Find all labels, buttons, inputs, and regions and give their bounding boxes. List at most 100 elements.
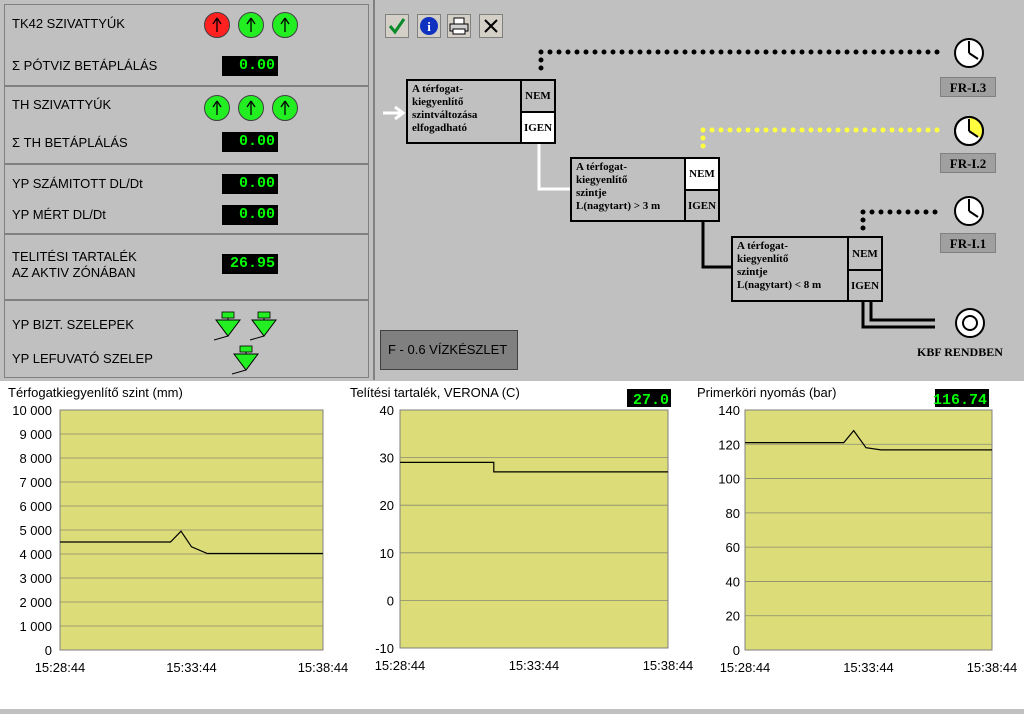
chart-pressure: Primerköri nyomás (bar) 116.74 140 120 100 80… [697, 385, 1017, 675]
telitesi-value: 26.95 [222, 254, 278, 274]
chart-panel: Térfogatkiegyenlítő szint (mm) 10 000 9 00… [0, 381, 1024, 709]
y-tick-label: 4 000 [19, 547, 52, 562]
box3-line: szintje [737, 266, 768, 278]
y-tick-label: 9 000 [19, 427, 52, 442]
yp-szam-value: 0.00 [222, 174, 278, 194]
yp-bizt-label: YP BIZT. SZELEPEK [12, 317, 134, 332]
telitesi-label-line2: AZ AKTIV ZÓNÁBAN [12, 265, 136, 280]
y-tick-label: 20 [380, 498, 394, 513]
tk42-pump-3-icon[interactable] [272, 12, 298, 38]
fr12-label[interactable]: FR-I.2 [940, 153, 996, 173]
x-tick-label: 15:33:44 [509, 658, 560, 673]
y-tick-label: 80 [726, 506, 740, 521]
dots-fr11 [860, 209, 938, 231]
y-tick-label: 0 [733, 643, 740, 658]
chart-title: Telítési tartalék, VERONA (C) [350, 385, 520, 400]
x-tick-label: 15:38:44 [643, 658, 694, 673]
x-tick-label: 15:38:44 [967, 660, 1018, 675]
chart-level: Térfogatkiegyenlítő szint (mm) 10 000 9 00… [8, 385, 348, 675]
th-bet-label: Σ TH BETÁPLÁLÁS [12, 135, 128, 150]
dots-fr13 [538, 49, 940, 71]
box3-line: kiegyenlítő [737, 253, 789, 265]
chart-value: 27.0 [633, 392, 669, 409]
logic-box-1: A térfogat- kiegyenlítő szintváltozása e… [406, 79, 556, 144]
yp-mert-value: 0.00 [222, 205, 278, 225]
y-tick-label: 7 000 [19, 475, 52, 490]
y-tick-label: 100 [718, 472, 740, 487]
y-tick-label: 8 000 [19, 451, 52, 466]
plot-area [399, 409, 669, 649]
y-tick-label: 3 000 [19, 571, 52, 586]
y-tick-label: 140 [718, 403, 740, 418]
f06-button[interactable]: F - 0.6 VÍZKÉSZLET [380, 330, 518, 370]
y-tick-label: 6 000 [19, 499, 52, 514]
yp-valves-section [4, 300, 369, 378]
chart-telitesi: Telítési tartalék, VERONA (C) 27.0 40 30 20 1… [350, 385, 693, 673]
potviz-value: 0.00 [222, 56, 278, 76]
box2-line: A térfogat- [576, 161, 628, 173]
y-tick-label: 20 [726, 609, 740, 624]
box3-nem-cell: NEM [847, 238, 881, 271]
tk42-pump-2-icon[interactable] [238, 12, 264, 38]
th-label: TH SZIVATTYÚK [12, 97, 112, 112]
y-tick-label: -10 [375, 641, 394, 656]
clock-icon[interactable] [952, 194, 986, 228]
y-tick-label: 2 000 [19, 595, 52, 610]
y-tick-label: 10 000 [12, 403, 52, 418]
th-pump-3-icon[interactable] [272, 95, 298, 121]
x-tick-label: 15:38:44 [298, 660, 349, 675]
y-tick-label: 120 [718, 437, 740, 452]
yp-mert-label: YP MÉRT DL/Dt [12, 207, 106, 222]
yp-lef-label: YP LEFUVATÓ SZELEP [12, 351, 153, 366]
box2-nem-cell: NEM [684, 159, 718, 191]
th-pump-2-icon[interactable] [238, 95, 264, 121]
box2-igen-cell: IGEN [684, 191, 718, 220]
y-tick-label: 40 [380, 403, 394, 418]
box1-line: elfogadható [412, 122, 467, 134]
th-pump-1-icon[interactable] [204, 95, 230, 121]
box1-nem-cell: NEM [520, 81, 554, 113]
clock-icon-active[interactable] [952, 114, 986, 148]
x-tick-label: 15:28:44 [720, 660, 771, 675]
fr11-label[interactable]: FR-I.1 [940, 233, 996, 253]
left-status-panel: TK42 SZIVATTYÚK Σ PÓTVIZ BETÁPLÁLÁS 0.00… [0, 0, 375, 380]
box1-line: A térfogat- [412, 83, 464, 95]
charts-svg: Térfogatkiegyenlítő szint (mm) 10 000 9 00… [8, 385, 1017, 675]
chart-value: 116.74 [933, 392, 987, 409]
dots-fr12 [700, 127, 940, 149]
yp-dldt-section [4, 164, 369, 234]
yp-szam-label: YP SZÁMITOTT DL/Dt [12, 176, 143, 191]
box3-line: L(nagytart) < 8 m [737, 279, 822, 291]
y-tick-label: 60 [726, 540, 740, 555]
box1-line: szintváltozása [412, 109, 478, 121]
x-tick-label: 15:28:44 [375, 658, 426, 673]
box1-igen-cell: IGEN [520, 113, 554, 142]
x-tick-label: 15:33:44 [166, 660, 217, 675]
valve-icon[interactable] [231, 345, 259, 375]
y-tick-label: 1 000 [19, 619, 52, 634]
valve-icons [213, 311, 277, 375]
y-tick-label: 10 [380, 546, 394, 561]
y-tick-label: 40 [726, 574, 740, 589]
y-tick-label: 30 [380, 451, 394, 466]
box2-line: L(nagytart) > 3 m [576, 200, 661, 212]
valve-icon[interactable] [249, 311, 277, 341]
tk42-pump-1-icon[interactable] [204, 12, 230, 38]
y-tick-label: 0 [387, 593, 394, 608]
box2-line: szintje [576, 187, 607, 199]
box2-line: kiegyenlítő [576, 174, 628, 186]
x-tick-label: 15:28:44 [35, 660, 86, 675]
y-tick-label: 5 000 [19, 523, 52, 538]
logic-diagram-panel: i A térfogat- kiegyenlítő szintváltozása… [375, 0, 1024, 380]
valve-icon[interactable] [213, 311, 241, 341]
box3-igen-cell: IGEN [847, 271, 881, 300]
ring-icon[interactable] [953, 306, 987, 340]
potviz-label: Σ PÓTVIZ BETÁPLÁLÁS [12, 58, 158, 73]
x-tick-label: 15:33:44 [843, 660, 894, 675]
kbf-label: KBF RENDBEN [917, 345, 1003, 359]
th-bet-value: 0.00 [222, 132, 278, 152]
logic-box-2: A térfogat- kiegyenlítő szintje L(nagyta… [570, 157, 720, 222]
clock-icon[interactable] [952, 36, 986, 70]
chart-title: Térfogatkiegyenlítő szint (mm) [8, 385, 183, 400]
fr13-label[interactable]: FR-I.3 [940, 77, 996, 97]
